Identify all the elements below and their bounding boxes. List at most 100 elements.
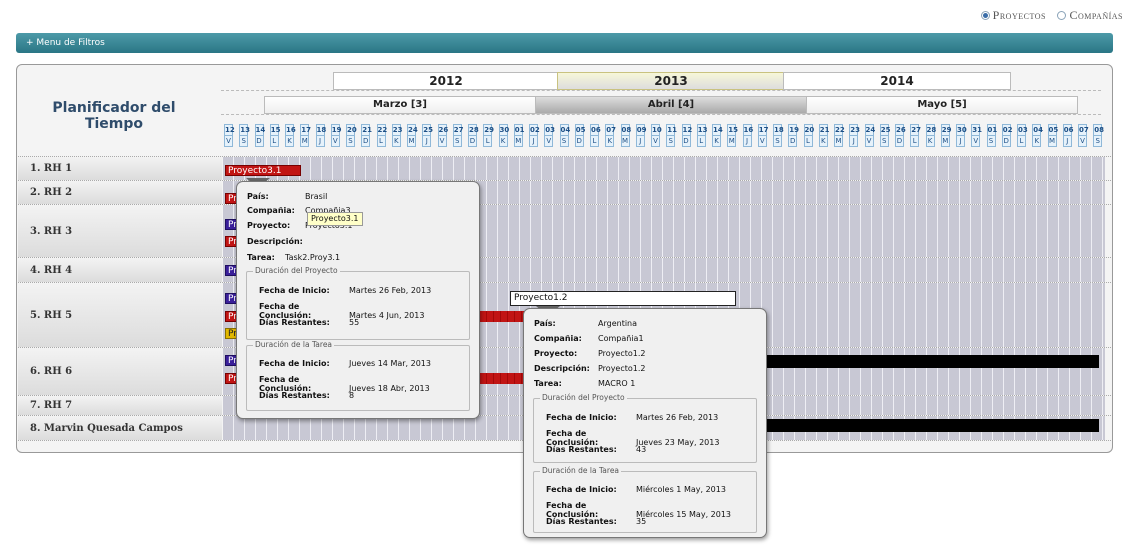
day-number: 17	[300, 124, 311, 136]
day-letter: M	[407, 136, 416, 147]
value: 35	[636, 517, 647, 526]
projects-option[interactable]: Proyectos	[993, 8, 1046, 22]
day-cell[interactable]: 20 S	[346, 124, 357, 148]
day-cell[interactable]: 13 S	[239, 124, 250, 148]
filter-menu-toggle[interactable]: + Menu de Filtros	[16, 33, 1113, 53]
task-duration-group: Duración de la Tarea Fecha de Inicio: Mié…	[533, 466, 757, 533]
year-2012[interactable]: 2012	[333, 72, 559, 90]
day-cell[interactable]: 22 L	[376, 124, 387, 148]
value: Task2.Proy3.1	[285, 253, 341, 262]
value: MACRO 1	[598, 379, 636, 388]
day-cell[interactable]: 16 K	[285, 124, 296, 148]
companies-option[interactable]: Compañías	[1069, 8, 1123, 22]
day-cell[interactable]: 19 D	[788, 124, 799, 148]
day-cell[interactable]: 09 J	[635, 124, 647, 148]
day-number: 04	[559, 124, 571, 136]
label: Días Restantes:	[546, 445, 617, 454]
day-cell[interactable]: 18 S	[773, 124, 784, 148]
day-cell[interactable]: 17 V	[757, 124, 769, 148]
day-cell[interactable]: 01 M	[513, 124, 525, 148]
day-cell[interactable]: 15 L	[269, 124, 281, 148]
day-cell[interactable]: 22 M	[834, 124, 845, 148]
day-cell[interactable]: 28 D	[468, 124, 479, 148]
day-cell[interactable]: 04 S	[559, 124, 571, 148]
day-cell[interactable]: 23 K	[391, 124, 403, 148]
day-cell[interactable]: 25 J	[422, 124, 433, 148]
day-cell[interactable]: 03 V	[544, 124, 555, 148]
year-2014[interactable]: 2014	[783, 72, 1011, 90]
day-cell[interactable]: 19 V	[330, 124, 342, 148]
day-cell[interactable]: 24 M	[407, 124, 418, 148]
year-2013[interactable]: 2013	[557, 72, 785, 90]
day-cell[interactable]: 24 V	[864, 124, 875, 148]
project-tooltip: País: Argentina Compañia: Compañia1 Proyec…	[523, 308, 767, 538]
day-number: 30	[956, 124, 967, 136]
day-cell[interactable]: 20 L	[803, 124, 814, 148]
day-number: 10	[651, 124, 662, 136]
day-cell[interactable]: 18 J	[315, 124, 326, 148]
day-cell[interactable]: 26 D	[895, 124, 906, 148]
day-letter: M	[940, 136, 950, 147]
day-cell[interactable]: 17 M	[300, 124, 311, 148]
day-cell[interactable]: 14 D	[254, 124, 265, 148]
month-abril[interactable]: Abril [4]	[535, 96, 807, 114]
task-bar-segment[interactable]	[765, 355, 1099, 368]
day-number: 20	[346, 124, 357, 136]
day-cell[interactable]: 12 V	[224, 124, 235, 148]
day-letter: S	[773, 136, 782, 147]
day-cell[interactable]: 05 D	[574, 124, 586, 148]
day-letter: L	[696, 136, 706, 147]
day-number: 01	[986, 124, 998, 136]
label: Descripción:	[534, 364, 590, 373]
day-letter: K	[1032, 136, 1042, 147]
day-number: 27	[452, 124, 464, 136]
resource-label: 3. RH 3	[18, 205, 222, 257]
day-cell[interactable]: 16 J	[742, 124, 753, 148]
projects-radio-icon[interactable]	[980, 11, 990, 20]
label: Proyecto:	[534, 349, 578, 358]
day-cell[interactable]: 29 M	[940, 124, 952, 148]
day-cell[interactable]: 03 L	[1017, 124, 1028, 148]
day-cell[interactable]: 07 V	[1078, 124, 1089, 148]
day-letter: J	[849, 136, 859, 147]
day-cell[interactable]: 23 J	[849, 124, 860, 148]
day-cell[interactable]: 13 L	[696, 124, 708, 148]
day-cell[interactable]: 29 L	[483, 124, 494, 148]
day-cell[interactable]: 21 D	[361, 124, 372, 148]
day-cell[interactable]: 15 M	[727, 124, 738, 148]
day-cell[interactable]: 28 K	[925, 124, 936, 148]
day-letter: M	[834, 136, 843, 147]
day-letter: L	[803, 136, 813, 147]
day-letter: D	[895, 136, 904, 147]
day-cell[interactable]: 30 K	[498, 124, 509, 148]
day-cell[interactable]: 02 J	[529, 124, 540, 148]
day-cell[interactable]: 14 K	[712, 124, 723, 148]
month-mayo[interactable]: Mayo [5]	[806, 96, 1078, 114]
companies-radio-icon[interactable]	[1057, 11, 1067, 20]
day-cell[interactable]: 02 D	[1001, 124, 1013, 148]
day-cell[interactable]: 06 L	[590, 124, 601, 148]
day-cell[interactable]: 04 K	[1032, 124, 1043, 148]
day-cell[interactable]: 07 K	[605, 124, 616, 148]
day-cell[interactable]: 27 L	[910, 124, 921, 148]
label: Días Restantes:	[546, 517, 617, 526]
day-cell[interactable]: 27 S	[452, 124, 464, 148]
day-number: 01	[513, 124, 525, 136]
task-bar[interactable]: Proyecto3.1	[225, 165, 301, 176]
month-marzo[interactable]: Marzo [3]	[264, 96, 536, 114]
day-cell[interactable]: 26 V	[437, 124, 448, 148]
day-cell[interactable]: 30 J	[956, 124, 967, 148]
day-cell[interactable]: 11 S	[666, 124, 677, 148]
day-cell[interactable]: 08 S	[1093, 124, 1104, 148]
day-cell[interactable]: 25 S	[879, 124, 891, 148]
day-cell[interactable]: 12 D	[681, 124, 692, 148]
day-cell[interactable]: 06 J	[1062, 124, 1074, 148]
day-cell[interactable]: 31 V	[971, 124, 982, 148]
day-cell[interactable]: 21 K	[818, 124, 830, 148]
day-letter: D	[574, 136, 584, 147]
day-cell[interactable]: 01 S	[986, 124, 998, 148]
task-bar-segment[interactable]	[765, 419, 1099, 432]
day-cell[interactable]: 10 V	[651, 124, 662, 148]
day-cell[interactable]: 08 M	[620, 124, 631, 148]
day-cell[interactable]: 05 M	[1047, 124, 1058, 148]
